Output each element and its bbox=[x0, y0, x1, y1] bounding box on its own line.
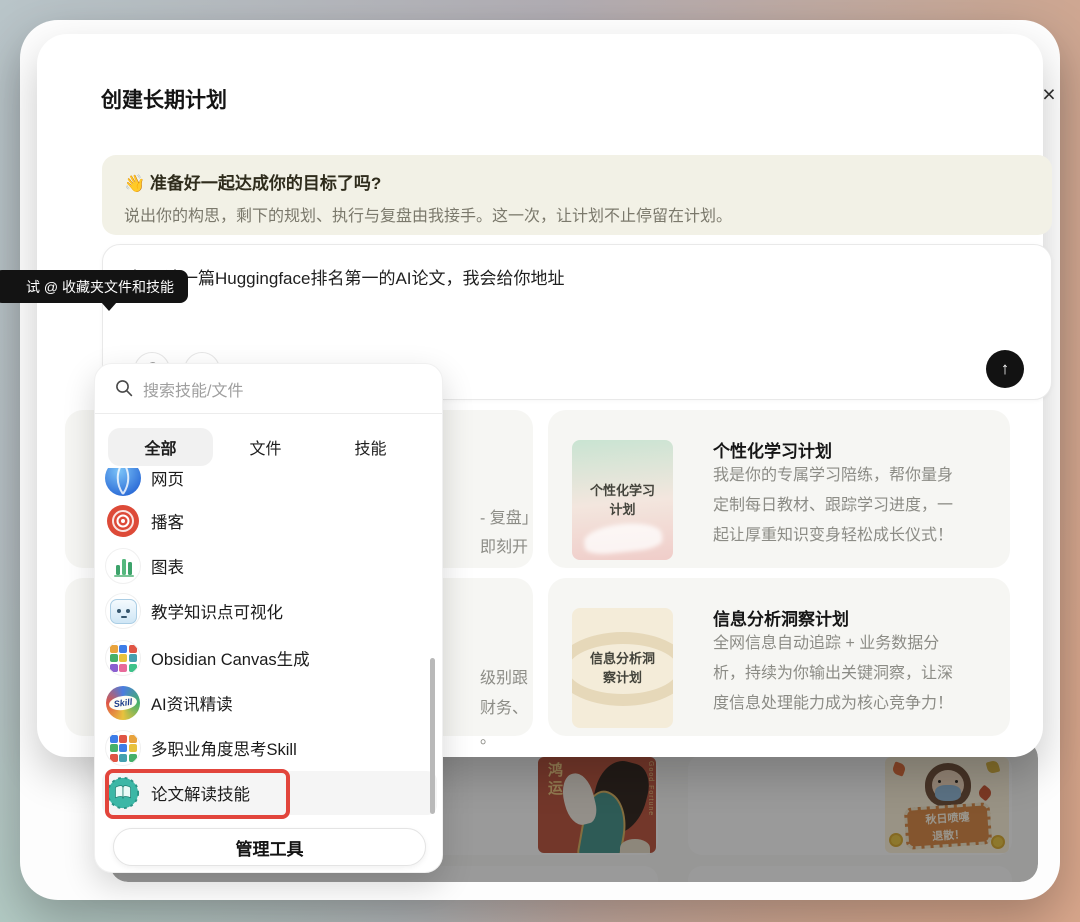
list-item-label: AI资讯精读 bbox=[151, 691, 233, 715]
greeting-subtitle: 说出你的构思，剩下的规划、执行与复盘由我接手。这一次，让计划不止停留在计划。 bbox=[124, 202, 732, 226]
podcast-icon bbox=[105, 503, 141, 539]
page-background: 鸿运 Good Fortune 秋日喷嚏 退散！ 创建长期计划 × bbox=[0, 0, 1080, 922]
plan-card-insight[interactable]: 信息分析洞 察计划 信息分析洞察计划 全网信息自动追踪 + 业务数据分 析，持续… bbox=[548, 578, 1010, 736]
close-icon[interactable]: × bbox=[1033, 78, 1065, 110]
desc-line: 起让厚重知识变身轻松成长仪式！ bbox=[713, 521, 1013, 551]
robot-face-icon bbox=[105, 593, 141, 629]
greeting-banner: 👋 准备好一起达成你的目标了吗? 说出你的构思，剩下的规划、执行与复盘由我接手。… bbox=[102, 155, 1052, 235]
list-item-label: 网页 bbox=[151, 468, 184, 490]
skill-badge-icon: Skill bbox=[105, 685, 141, 721]
card-text-fragment: 财务、 bbox=[480, 694, 528, 718]
canvas-grid-icon bbox=[105, 640, 141, 676]
arrow-up-icon: ↑ bbox=[1001, 359, 1010, 379]
page-title: 创建长期计划 bbox=[101, 84, 227, 114]
waving-hand-emoji: 👋 bbox=[124, 174, 145, 193]
desc-line: 我是你的专属学习陪练，帮你量身 bbox=[713, 461, 1013, 491]
globe-icon bbox=[105, 468, 141, 496]
color-grid-icon bbox=[105, 730, 141, 766]
list-item-obsidian-canvas[interactable]: Obsidian Canvas生成 bbox=[95, 638, 442, 678]
card-text-fragment: 即刻开 bbox=[480, 533, 528, 557]
plan-input-value[interactable]: 每天读一篇Huggingface排名第一的AI论文，我会给你地址 bbox=[130, 264, 1020, 289]
insight-plan-thumbnail: 信息分析洞 察计划 bbox=[572, 608, 673, 728]
highlight-annotation-box bbox=[105, 769, 290, 819]
tooltip-caret bbox=[101, 302, 117, 311]
list-item-web[interactable]: 网页 bbox=[95, 468, 442, 498]
card-description: 全网信息自动追踪 + 业务数据分 析，持续为你输出关键洞察，让深 度信息处理能力… bbox=[713, 629, 1013, 719]
greeting-heading-text: 准备好一起达成你的目标了吗? bbox=[150, 174, 381, 193]
skills-list: 网页 播客 bbox=[95, 468, 442, 824]
thumb-text-line: 察计划 bbox=[590, 668, 655, 687]
card-description: 我是你的专属学习陪练，帮你量身 定制每日教材、跟踪学习进度，一 起让厚重知识变身… bbox=[713, 461, 1013, 551]
tab-skills[interactable]: 技能 bbox=[318, 428, 423, 466]
search-icon bbox=[115, 379, 133, 397]
list-item-label: 播客 bbox=[151, 509, 184, 533]
scrollbar[interactable] bbox=[430, 658, 435, 814]
thumb-text-line: 计划 bbox=[590, 500, 655, 519]
list-item-teaching-viz[interactable]: 教学知识点可视化 bbox=[95, 591, 442, 631]
plan-card-study[interactable]: 个性化学习 计划 个性化学习计划 我是你的专属学习陪练，帮你量身 定制每日教材、… bbox=[548, 410, 1010, 568]
card-text-fragment: 。 bbox=[480, 724, 496, 748]
bar-chart-icon bbox=[105, 548, 141, 584]
desc-line: 度信息处理能力成为核心竞争力！ bbox=[713, 689, 1013, 719]
card-title: 信息分析洞察计划 bbox=[713, 605, 849, 630]
mention-tooltip: 试 @ 收藏夹文件和技能 bbox=[0, 270, 188, 303]
search-input[interactable]: 搜索技能/文件 bbox=[95, 364, 442, 413]
list-item-label: Obsidian Canvas生成 bbox=[151, 646, 310, 670]
desc-line: 全网信息自动追踪 + 业务数据分 bbox=[713, 629, 1013, 659]
divider bbox=[95, 413, 442, 414]
desc-line: 析，持续为你输出关键洞察，让深 bbox=[713, 659, 1013, 689]
search-placeholder: 搜索技能/文件 bbox=[143, 377, 243, 401]
list-item-label: 多职业角度思考Skill bbox=[151, 736, 297, 760]
card-title: 个性化学习计划 bbox=[713, 437, 832, 462]
tab-all[interactable]: 全部 bbox=[108, 428, 213, 466]
submit-button[interactable]: ↑ bbox=[986, 350, 1024, 388]
list-item-ai-digest[interactable]: Skill AI资讯精读 bbox=[95, 683, 442, 723]
list-item-multi-role[interactable]: 多职业角度思考Skill bbox=[95, 728, 442, 768]
tab-files[interactable]: 文件 bbox=[213, 428, 318, 466]
card-text-fragment: - 复盘」 bbox=[480, 504, 533, 528]
skills-files-dropdown: 搜索技能/文件 全部 文件 技能 网页 bbox=[94, 363, 443, 873]
card-text-fragment: 级别跟 bbox=[480, 664, 528, 688]
filter-tabs: 全部 文件 技能 bbox=[108, 428, 423, 466]
desc-line: 定制每日教材、跟踪学习进度，一 bbox=[713, 491, 1013, 521]
skill-badge-text: Skill bbox=[108, 694, 138, 712]
manage-tools-button[interactable]: 管理工具 bbox=[113, 828, 426, 866]
list-item-podcast[interactable]: 播客 bbox=[95, 501, 442, 541]
list-item-chart[interactable]: 图表 bbox=[95, 546, 442, 586]
list-item-label: 图表 bbox=[151, 554, 184, 578]
study-plan-thumbnail: 个性化学习 计划 bbox=[572, 440, 673, 560]
thumb-text-line: 信息分析洞 bbox=[590, 649, 655, 668]
list-item-label: 教学知识点可视化 bbox=[151, 599, 283, 623]
greeting-heading: 👋 准备好一起达成你的目标了吗? bbox=[124, 169, 381, 194]
thumb-text-line: 个性化学习 bbox=[590, 481, 655, 500]
